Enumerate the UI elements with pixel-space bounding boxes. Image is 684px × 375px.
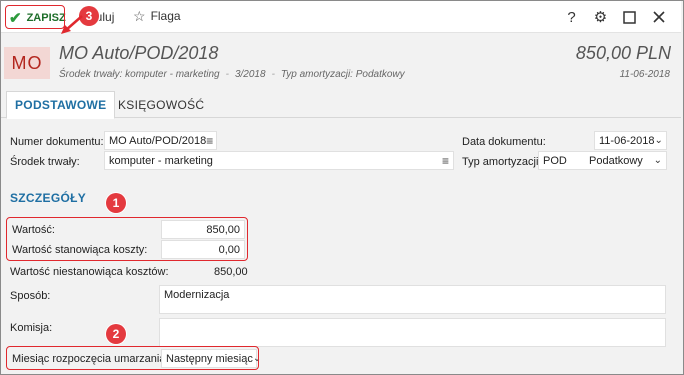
page-title: MO Auto/POD/2018 <box>59 43 219 63</box>
document-date: 11-06-2018 <box>619 69 670 80</box>
noncost-value: 850,00 <box>214 266 248 278</box>
flag-button[interactable]: ☆ Flaga <box>133 9 181 23</box>
annotation-box-1 <box>6 217 248 261</box>
chevron-down-icon[interactable]: ⌄ <box>654 155 662 166</box>
avatar: MO <box>4 47 50 79</box>
chevron-down-icon[interactable]: ⌄ <box>654 135 662 146</box>
document-header: MO MO Auto/POD/2018 Środek trwały: kompu… <box>1 33 681 91</box>
doc-number-value: MO Auto/POD/2018 <box>109 134 207 147</box>
method-label: Sposób: <box>10 290 51 302</box>
amort-type-select[interactable]: POD Podatkowy ⌄ <box>538 151 667 170</box>
asset-label: Środek trwały: <box>10 156 80 168</box>
annotation-box-3 <box>5 5 65 29</box>
list-icon[interactable]: ≡ <box>206 134 213 148</box>
doc-date-field[interactable]: 11-06-2018 ⌄ <box>594 131 667 150</box>
doc-date-label: Data dokumentu: <box>462 136 546 148</box>
doc-number-field[interactable]: MO Auto/POD/2018 ≡ <box>104 131 217 150</box>
list-icon[interactable]: ≡ <box>442 154 449 168</box>
annotation-badge-1: 1 <box>106 193 126 213</box>
flag-label: Flaga <box>150 9 181 23</box>
document-amount: 850,00 PLN <box>575 43 671 63</box>
method-field[interactable]: Modernizacja <box>159 285 666 314</box>
maximize-icon[interactable] <box>615 6 644 28</box>
commission-field[interactable] <box>159 318 666 347</box>
doc-date-value: 11-06-2018 <box>599 134 655 147</box>
star-icon: ☆ <box>133 8 146 24</box>
tab-ksiegowosc[interactable]: KSIĘGOWOŚĆ <box>110 91 212 118</box>
window-controls: ? ⚙ <box>557 6 673 28</box>
document-subtitle: Środek trwały: komputer - marketing -3/20… <box>59 69 405 80</box>
tab-podstawowe[interactable]: PODSTAWOWE <box>6 91 116 119</box>
section-title: SZCZEGÓŁY <box>10 191 87 205</box>
amort-type-code: POD <box>543 154 567 167</box>
tab-bar: PODSTAWOWE KSIĘGOWOŚĆ <box>1 91 681 119</box>
subtitle-number: 3/2018 <box>234 69 266 80</box>
annotation-badge-2: 2 <box>106 324 126 344</box>
doc-number-label: Numer dokumentu: <box>10 136 104 148</box>
help-icon[interactable]: ? <box>557 6 586 28</box>
asset-field[interactable]: komputer - marketing ≡ <box>104 151 454 170</box>
subtitle-amortization: Typ amortyzacji: Podatkowy <box>280 69 405 80</box>
gear-icon[interactable]: ⚙ <box>586 6 615 28</box>
commission-label: Komisja: <box>10 322 53 334</box>
asset-value: komputer - marketing <box>109 154 213 167</box>
subtitle-asset: Środek trwały: komputer - marketing <box>59 69 220 80</box>
annotation-box-2 <box>6 346 259 370</box>
close-icon[interactable] <box>644 6 673 28</box>
annotation-arrow <box>61 15 83 34</box>
amort-type-value: Podatkowy <box>589 154 643 167</box>
toolbar: ✔ ZAPISZ nuluj ☆ Flaga ? ⚙ <box>1 1 681 33</box>
amort-type-label: Typ amortyzacji: <box>462 156 542 168</box>
noncost-value-label: Wartość niestanowiąca kosztów: <box>10 266 169 278</box>
